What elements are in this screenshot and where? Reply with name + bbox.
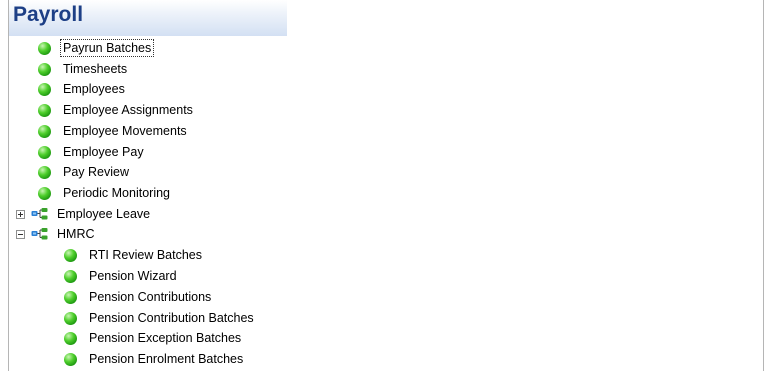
- tree-item-label: Timesheets: [63, 62, 128, 76]
- tree-item-pension-exception-batches[interactable]: Pension Exception Batches: [64, 328, 244, 348]
- green-bullet-icon: [38, 145, 51, 159]
- green-bullet-icon: [38, 41, 51, 55]
- tree-group-label: HMRC: [57, 227, 95, 241]
- tree-item-employee-pay[interactable]: Employee Pay: [38, 142, 147, 162]
- tree-item-pension-enrolment-batches[interactable]: Pension Enrolment Batches: [64, 349, 246, 369]
- tree-item-label: Employees: [63, 82, 125, 96]
- panel-left-border: [8, 0, 9, 371]
- green-bullet-icon: [64, 331, 77, 345]
- tree-item-pension-wizard[interactable]: Pension Wizard: [64, 266, 180, 286]
- tree-item-pay-review[interactable]: Pay Review: [38, 162, 132, 182]
- green-bullet-icon: [38, 103, 51, 117]
- tree-item-label: Pension Contribution Batches: [89, 311, 254, 325]
- panel-right-border: [763, 0, 764, 371]
- green-bullet-icon: [64, 290, 77, 304]
- tree-group-label: Employee Leave: [57, 207, 151, 221]
- tree-item-label: Periodic Monitoring: [63, 186, 170, 200]
- green-bullet-icon: [64, 269, 77, 283]
- green-bullet-icon: [38, 186, 51, 200]
- hierarchy-icon: [31, 208, 48, 220]
- panel-header: Payroll: [9, 0, 287, 36]
- tree-item-timesheets[interactable]: Timesheets: [38, 59, 130, 79]
- green-bullet-icon: [64, 352, 77, 366]
- tree-item-employee-movements[interactable]: Employee Movements: [38, 121, 190, 141]
- green-bullet-icon: [38, 124, 51, 138]
- tree-item-rti-review-batches[interactable]: RTI Review Batches: [64, 245, 205, 265]
- tree-item-label: Employee Pay: [63, 145, 144, 159]
- tree-item-label: Payrun Batches: [60, 39, 155, 57]
- green-bullet-icon: [38, 82, 51, 96]
- tree-item-label: RTI Review Batches: [89, 248, 203, 262]
- tree-item-label: Pension Enrolment Batches: [89, 352, 244, 366]
- tree-group-hmrc[interactable]: HMRC: [16, 224, 98, 244]
- page-title: Payroll: [13, 3, 84, 26]
- payroll-panel: Payroll Payrun Batches Timesheets Employ…: [0, 0, 778, 371]
- minus-box-icon[interactable]: [16, 229, 25, 239]
- tree-item-employees[interactable]: Employees: [38, 79, 128, 99]
- tree-item-payrun-batches[interactable]: Payrun Batches: [38, 38, 155, 58]
- hierarchy-icon: [31, 228, 48, 240]
- green-bullet-icon: [64, 311, 77, 325]
- tree-item-label: Pension Contributions: [89, 290, 212, 304]
- tree-group-employee-leave[interactable]: Employee Leave: [16, 204, 153, 224]
- green-bullet-icon: [64, 248, 77, 262]
- tree-item-label: Pension Exception Batches: [89, 331, 242, 345]
- tree-item-label: Pension Wizard: [89, 269, 177, 283]
- tree-item-employee-assignments[interactable]: Employee Assignments: [38, 100, 196, 120]
- tree-item-label: Pay Review: [63, 165, 129, 179]
- tree-item-label: Employee Assignments: [63, 103, 193, 117]
- green-bullet-icon: [38, 165, 51, 179]
- tree-item-pension-contribution-batches[interactable]: Pension Contribution Batches: [64, 308, 257, 328]
- tree-item-periodic-monitoring[interactable]: Periodic Monitoring: [38, 183, 173, 203]
- tree-item-pension-contributions[interactable]: Pension Contributions: [64, 287, 214, 307]
- green-bullet-icon: [38, 62, 51, 76]
- plus-box-icon[interactable]: [16, 209, 25, 219]
- tree-item-label: Employee Movements: [63, 124, 187, 138]
